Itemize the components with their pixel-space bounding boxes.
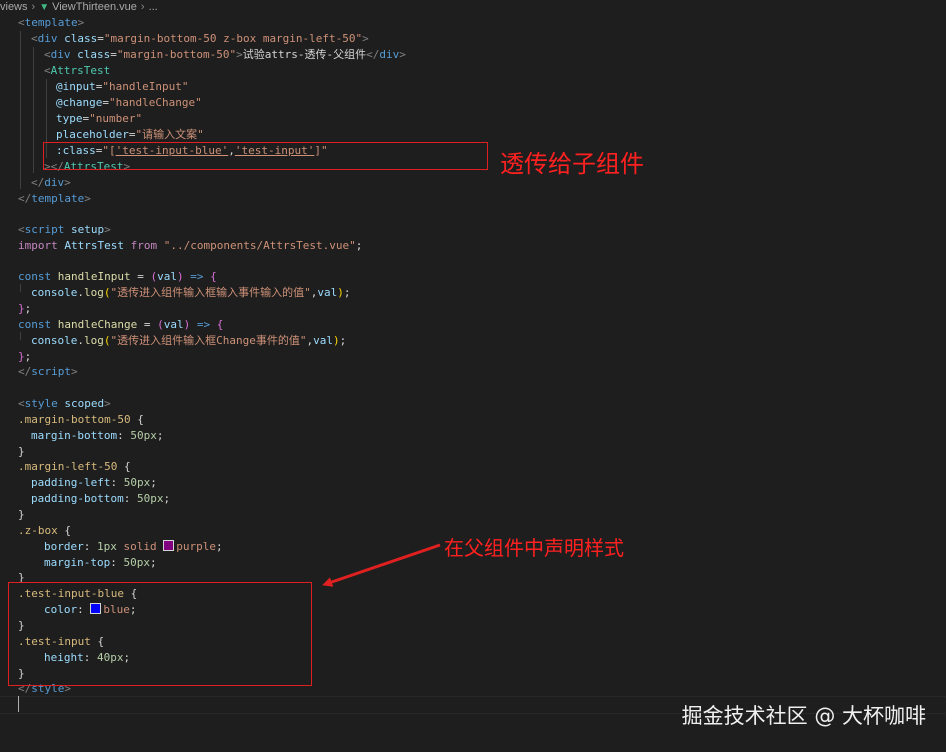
code-line: @change="handleChange"	[56, 96, 202, 109]
code-line: @input="handleInput"	[56, 80, 189, 93]
text-cursor	[18, 696, 19, 712]
code-line: margin-bottom: 50px;	[31, 429, 164, 442]
annotation-declare-style: 在父组件中声明样式	[444, 536, 624, 560]
watermark: 掘金技术社区 @ 大杯咖啡	[681, 704, 926, 728]
code-line: <style scoped>	[18, 397, 111, 410]
breadcrumb-tail[interactable]: ...	[149, 0, 158, 14]
code-line: <div class="margin-bottom-50">试验attrs-透传…	[44, 48, 406, 61]
code-line: }	[18, 508, 25, 521]
code-line: <div class="margin-bottom-50 z-box margi…	[31, 32, 369, 45]
code-line: padding-left: 50px;	[31, 476, 157, 489]
code-line: padding-bottom: 50px;	[31, 492, 171, 505]
chevron-right-icon: ›	[31, 1, 36, 13]
code-line: <template>	[18, 16, 85, 29]
annotation-passthrough: 透传给子组件	[500, 150, 644, 178]
code-line: const handleInput = (val) => {	[18, 270, 217, 283]
code-line: };	[18, 302, 32, 315]
code-line: <script setup>	[18, 223, 111, 236]
code-line: import AttrsTest from "../components/Att…	[18, 239, 363, 252]
color-swatch-purple[interactable]	[163, 540, 175, 551]
code-line: console.log("透传进入组件输入框输入事件输入的值",val);	[31, 286, 351, 299]
code-line: <AttrsTest	[44, 64, 111, 77]
code-line: };	[18, 350, 32, 363]
breadcrumb-folder[interactable]: views	[0, 0, 28, 14]
code-line: }	[18, 445, 25, 458]
vue-file-icon: ▼	[39, 2, 50, 13]
code-line: const handleChange = (val) => {	[18, 318, 224, 331]
code-line: .margin-left-50 {	[18, 460, 131, 473]
breadcrumb-file[interactable]: ViewThirteen.vue	[52, 0, 137, 14]
breadcrumb: views › ▼ ViewThirteen.vue ›...	[0, 0, 946, 14]
chevron-right-icon: ›	[140, 1, 145, 13]
code-line: console.log("透传进入组件输入框Change事件的值",val);	[31, 334, 347, 347]
highlight-box-style-declaration	[8, 582, 312, 686]
indent-guide	[20, 332, 21, 340]
code-line: placeholder="请输入文案"	[56, 128, 204, 141]
code-line: .margin-bottom-50 {	[18, 413, 144, 426]
code-line: </script>	[18, 365, 78, 378]
highlight-box-class-binding	[43, 142, 488, 170]
code-line: type="number"	[56, 112, 143, 125]
indent-guide	[33, 47, 34, 173]
indent-guide	[20, 31, 21, 189]
code-line: </template>	[18, 192, 91, 205]
indent-guide	[20, 284, 21, 292]
code-line: </div>	[31, 176, 71, 189]
